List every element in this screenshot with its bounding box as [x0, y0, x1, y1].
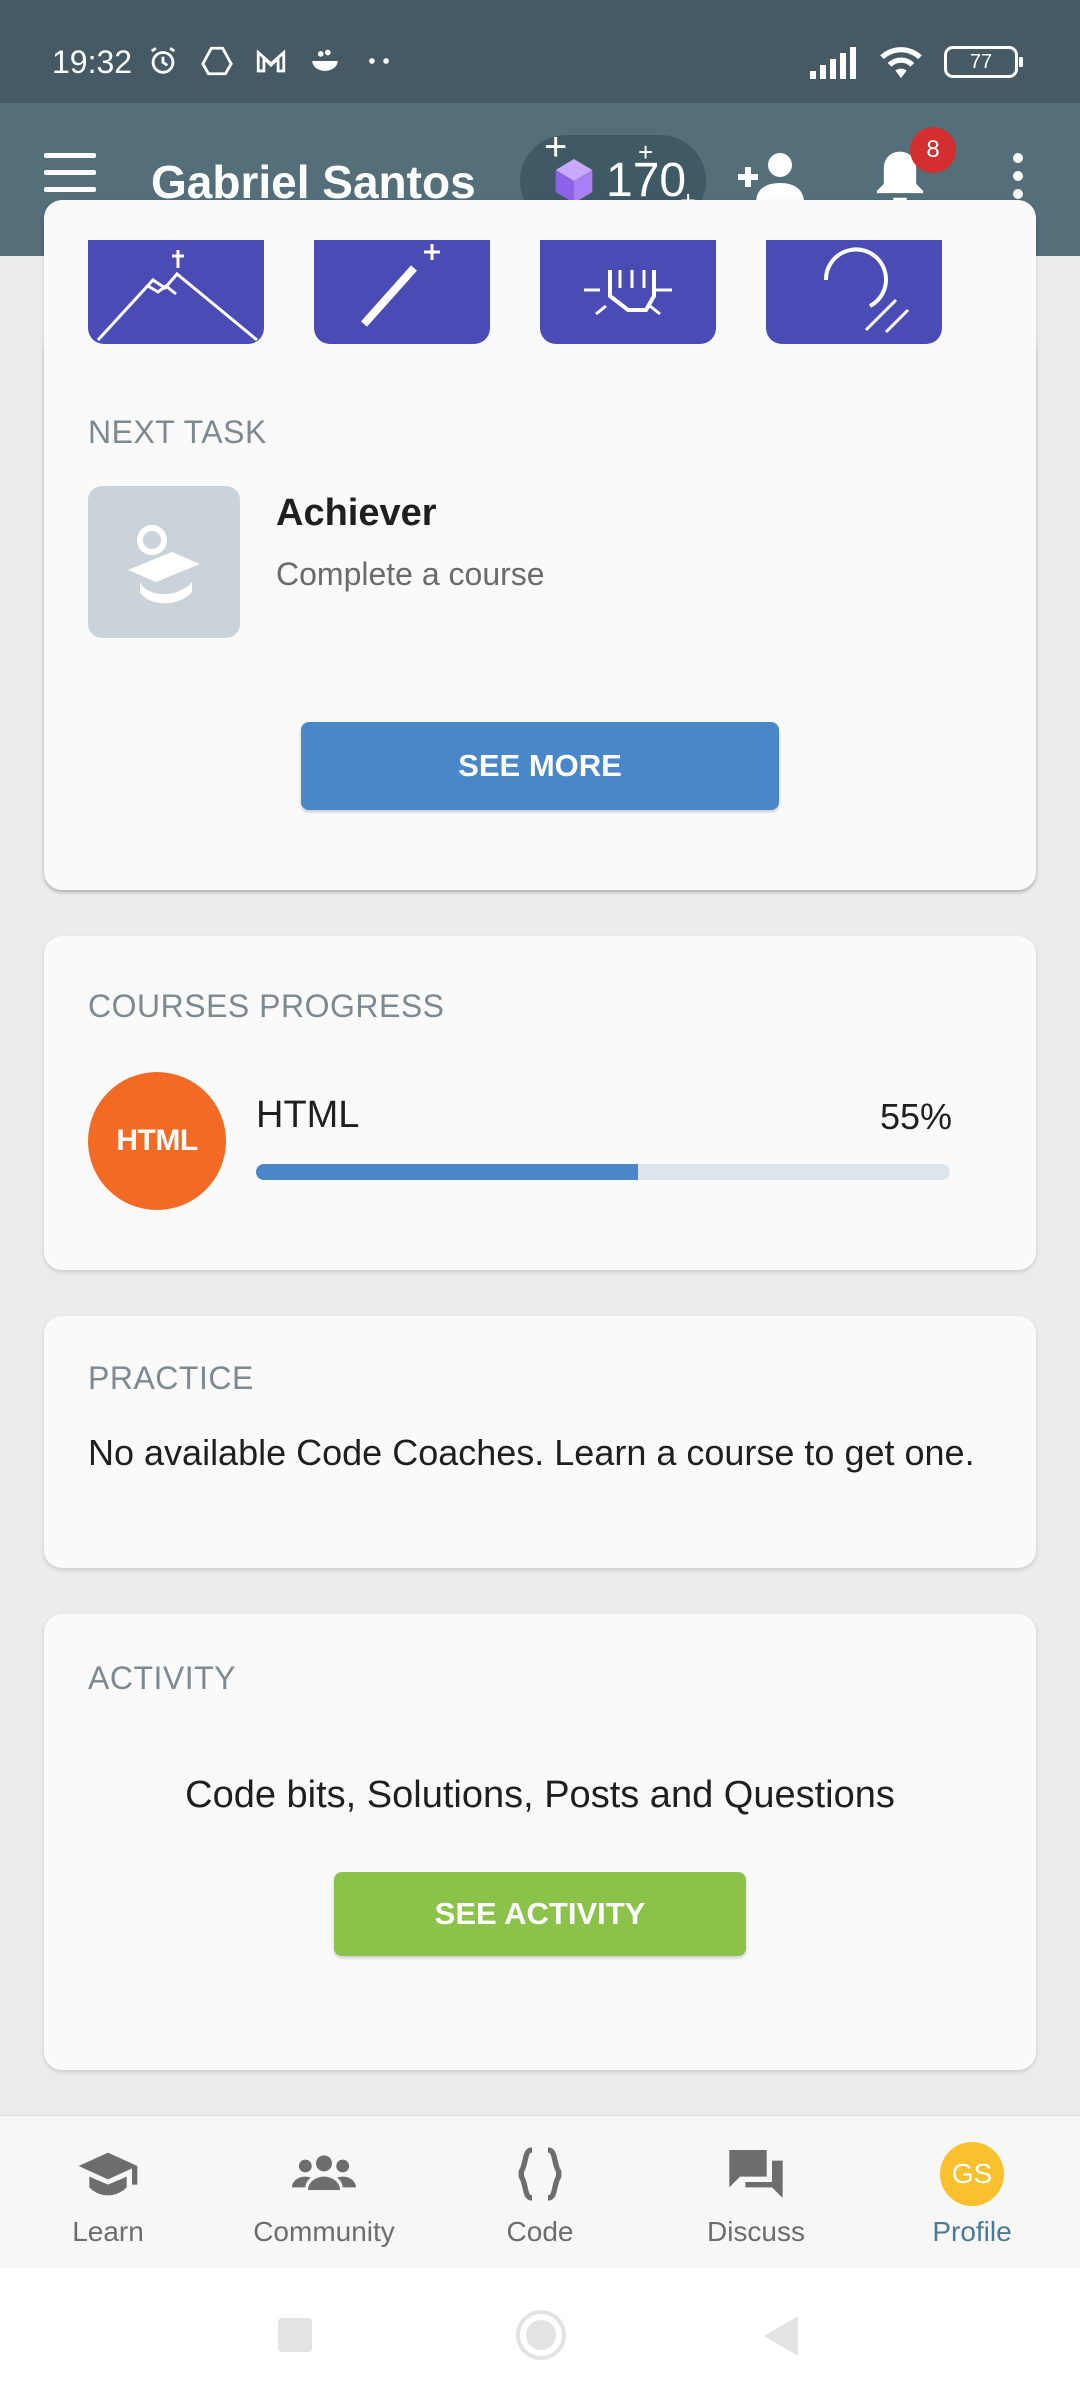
course-name[interactable]: HTML: [256, 1094, 359, 1137]
practice-label: PRACTICE: [88, 1360, 254, 1396]
practice-text: No available Code Coaches. Learn a cours…: [88, 1432, 975, 1473]
battery-icon: 77: [944, 46, 1023, 78]
nav-learn-label: Learn: [72, 2216, 144, 2247]
nav-profile[interactable]: GS Profile: [864, 2116, 1080, 2269]
achievement-badges: [0, 240, 1080, 344]
achievement-badge[interactable]: [314, 240, 490, 344]
courses-progress-label: COURSES PROGRESS: [88, 988, 445, 1024]
practice-card: PRACTICE No available Code Coaches. Lear…: [44, 1316, 1036, 1568]
avatar: GS: [940, 2142, 1004, 2206]
recents-button[interactable]: [278, 2318, 312, 2352]
see-more-button[interactable]: SEE MORE: [301, 722, 779, 810]
status-left-icons: [146, 44, 396, 78]
more-vert-icon[interactable]: [1006, 153, 1030, 205]
chat-icon: [729, 2150, 783, 2198]
back-button[interactable]: [764, 2316, 798, 2356]
notification-badge: 8: [910, 127, 956, 173]
home-button[interactable]: [516, 2310, 566, 2360]
next-task-label: NEXT TASK: [88, 414, 267, 450]
achievement-badge[interactable]: [766, 240, 942, 344]
nav-learn[interactable]: Learn: [0, 2116, 216, 2269]
menu-icon[interactable]: [44, 153, 104, 201]
gmail-icon: [256, 49, 286, 73]
ear-icon: [823, 247, 910, 334]
wifi-icon: [880, 47, 922, 79]
more-dots-icon: [369, 58, 389, 64]
graduation-cap-icon: [128, 525, 200, 604]
nav-discuss-label: Discuss: [706, 2216, 805, 2247]
wand-icon: [361, 244, 440, 327]
signal-icon: [810, 47, 856, 79]
course-percent: 55%: [879, 1096, 952, 1137]
graduation-cap-icon: [78, 2152, 138, 2196]
status-bar: 19:32 77: [0, 0, 1080, 103]
nav-community-label: Community: [253, 2216, 395, 2247]
task-subtitle: Complete a course: [276, 556, 545, 592]
bowl-icon: [312, 49, 338, 71]
nav-code[interactable]: Code: [432, 2116, 648, 2269]
drive-icon: [201, 46, 233, 76]
activity-text: Code bits, Solutions, Posts and Question…: [185, 1774, 895, 1816]
nav-profile-label: Profile: [932, 2216, 1012, 2247]
sparkle-icon: +: [544, 125, 568, 169]
task-title: Achiever: [276, 492, 437, 534]
status-right-icons: 77: [808, 44, 1023, 80]
activity-label: ACTIVITY: [88, 1660, 237, 1696]
add-friend-icon[interactable]: [738, 149, 804, 205]
hand-icon: [584, 270, 672, 316]
course-progress-bar: [256, 1164, 950, 1180]
course-progress-fill: [256, 1164, 638, 1180]
system-navigation-bar: [0, 2268, 1080, 2400]
nav-community[interactable]: Community: [216, 2116, 432, 2269]
activity-card: ACTIVITY Code bits, Solutions, Posts and…: [44, 1614, 1036, 2070]
nav-discuss[interactable]: Discuss: [648, 2116, 864, 2269]
bottom-navigation: Learn Community Code Discuss GS Profile: [0, 2115, 1080, 2268]
next-task-card: NEXT TASK Achiever Complete a course SEE…: [44, 344, 1036, 890]
nav-code-label: Code: [506, 2216, 574, 2247]
alarm-icon: [150, 47, 176, 74]
mountain-icon: [96, 250, 258, 342]
braces-icon: [518, 2147, 562, 2201]
see-activity-button[interactable]: SEE ACTIVITY: [334, 1872, 746, 1956]
status-time: 19:32: [52, 44, 133, 80]
achievement-badge[interactable]: [88, 240, 264, 344]
html-course-logo[interactable]: HTML: [88, 1072, 226, 1210]
courses-progress-card: COURSES PROGRESS HTML HTML 55%: [44, 936, 1036, 1270]
task-icon: [88, 486, 240, 638]
group-icon: [292, 2155, 356, 2190]
achievement-badge[interactable]: [540, 240, 716, 344]
